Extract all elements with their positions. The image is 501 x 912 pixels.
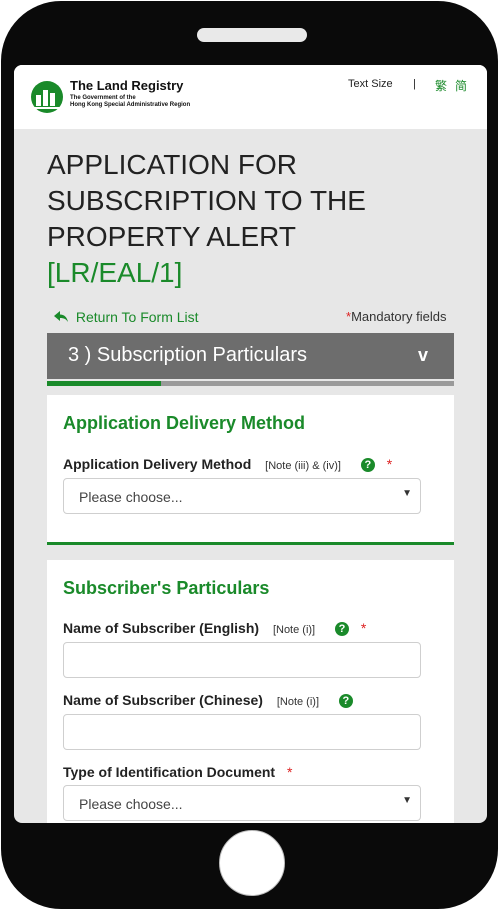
help-icon[interactable]: ? (338, 694, 353, 708)
section-header-subscription-particulars[interactable]: 3 ) Subscription Particulars v (47, 333, 454, 379)
delivery-method-select[interactable]: Please choose... ▼ (63, 478, 421, 514)
delivery-card-title: Application Delivery Method (63, 413, 306, 433)
name-zh-label: Name of Subscriber (Chinese) [Note (i)] … (63, 692, 353, 708)
name-zh-input[interactable] (63, 714, 421, 750)
mandatory-fields-note: *Mandatory fields (346, 309, 446, 324)
return-label: Return To Form List (75, 309, 199, 325)
chevron-down-icon: ▼ (402, 488, 412, 499)
phone-screen: The Land Registry The Government of the … (14, 65, 487, 823)
chevron-down-icon[interactable]: v (418, 345, 428, 366)
required-star: * (360, 620, 367, 636)
id-type-label-text: Type of Identification Document (63, 764, 276, 780)
delivery-method-card: Application Delivery Method Application … (47, 395, 454, 545)
help-icon[interactable]: ? (335, 622, 350, 636)
section-title: 3 ) Subscription Particulars (68, 344, 307, 366)
org-subtitle-line-1: The Government of the (70, 95, 136, 101)
phone-frame: The Land Registry The Government of the … (1, 1, 498, 909)
subscriber-card-title: Subscriber's Particulars (63, 578, 270, 598)
site-header: The Land Registry The Government of the … (14, 65, 487, 129)
text-size-link[interactable]: Text Size (348, 78, 393, 90)
required-star: * (386, 456, 393, 472)
name-zh-label-text: Name of Subscriber (Chinese) (63, 692, 263, 708)
org-subtitle-line-2: Hong Kong Special Administrative Region (70, 102, 191, 108)
form-progress-fill (47, 381, 161, 386)
delivery-method-label: Application Delivery Method [Note (iii) … (63, 456, 392, 472)
name-en-note: [Note (i)] (272, 624, 316, 636)
required-star: * (286, 764, 293, 780)
name-en-input[interactable] (63, 642, 421, 678)
chevron-down-icon: ▼ (402, 795, 412, 806)
header-separator: | (413, 78, 416, 90)
lang-traditional-chinese-link[interactable]: 繁 (435, 77, 447, 94)
lang-simplified-chinese-link[interactable]: 简 (455, 77, 467, 94)
form-progress-bar (47, 381, 454, 386)
org-name: The Land Registry (70, 78, 184, 93)
delivery-method-label-text: Application Delivery Method (63, 456, 252, 472)
page-title: APPLICATION FOR SUBSCRIPTION TO THE PROP… (47, 147, 467, 291)
back-arrow-icon (54, 309, 73, 325)
delivery-method-note: [Note (iii) & (iv)] (265, 460, 341, 472)
return-to-form-list-link[interactable]: Return To Form List (54, 309, 199, 325)
subscriber-particulars-card: Subscriber's Particulars Name of Subscri… (47, 560, 454, 823)
help-icon[interactable]: ? (360, 458, 375, 472)
name-zh-note: [Note (i)] (276, 696, 320, 708)
page-title-text: APPLICATION FOR SUBSCRIPTION TO THE PROP… (47, 149, 366, 252)
name-en-label-text: Name of Subscriber (English) (63, 620, 260, 636)
mandatory-label: Mandatory fields (351, 309, 447, 324)
phone-speaker (197, 28, 307, 42)
id-type-select[interactable]: Please choose... ▼ (63, 785, 421, 821)
id-type-label: Type of Identification Document * (63, 764, 292, 780)
form-code: [LR/EAL/1] (47, 257, 183, 288)
phone-home-button[interactable] (219, 830, 285, 896)
land-registry-logo-icon[interactable] (29, 80, 65, 114)
id-type-select-value: Please choose... (79, 796, 183, 812)
delivery-method-select-value: Please choose... (79, 489, 183, 505)
name-en-label: Name of Subscriber (English) [Note (i)] … (63, 620, 366, 636)
org-subtitle: The Government of the Hong Kong Special … (70, 95, 190, 109)
